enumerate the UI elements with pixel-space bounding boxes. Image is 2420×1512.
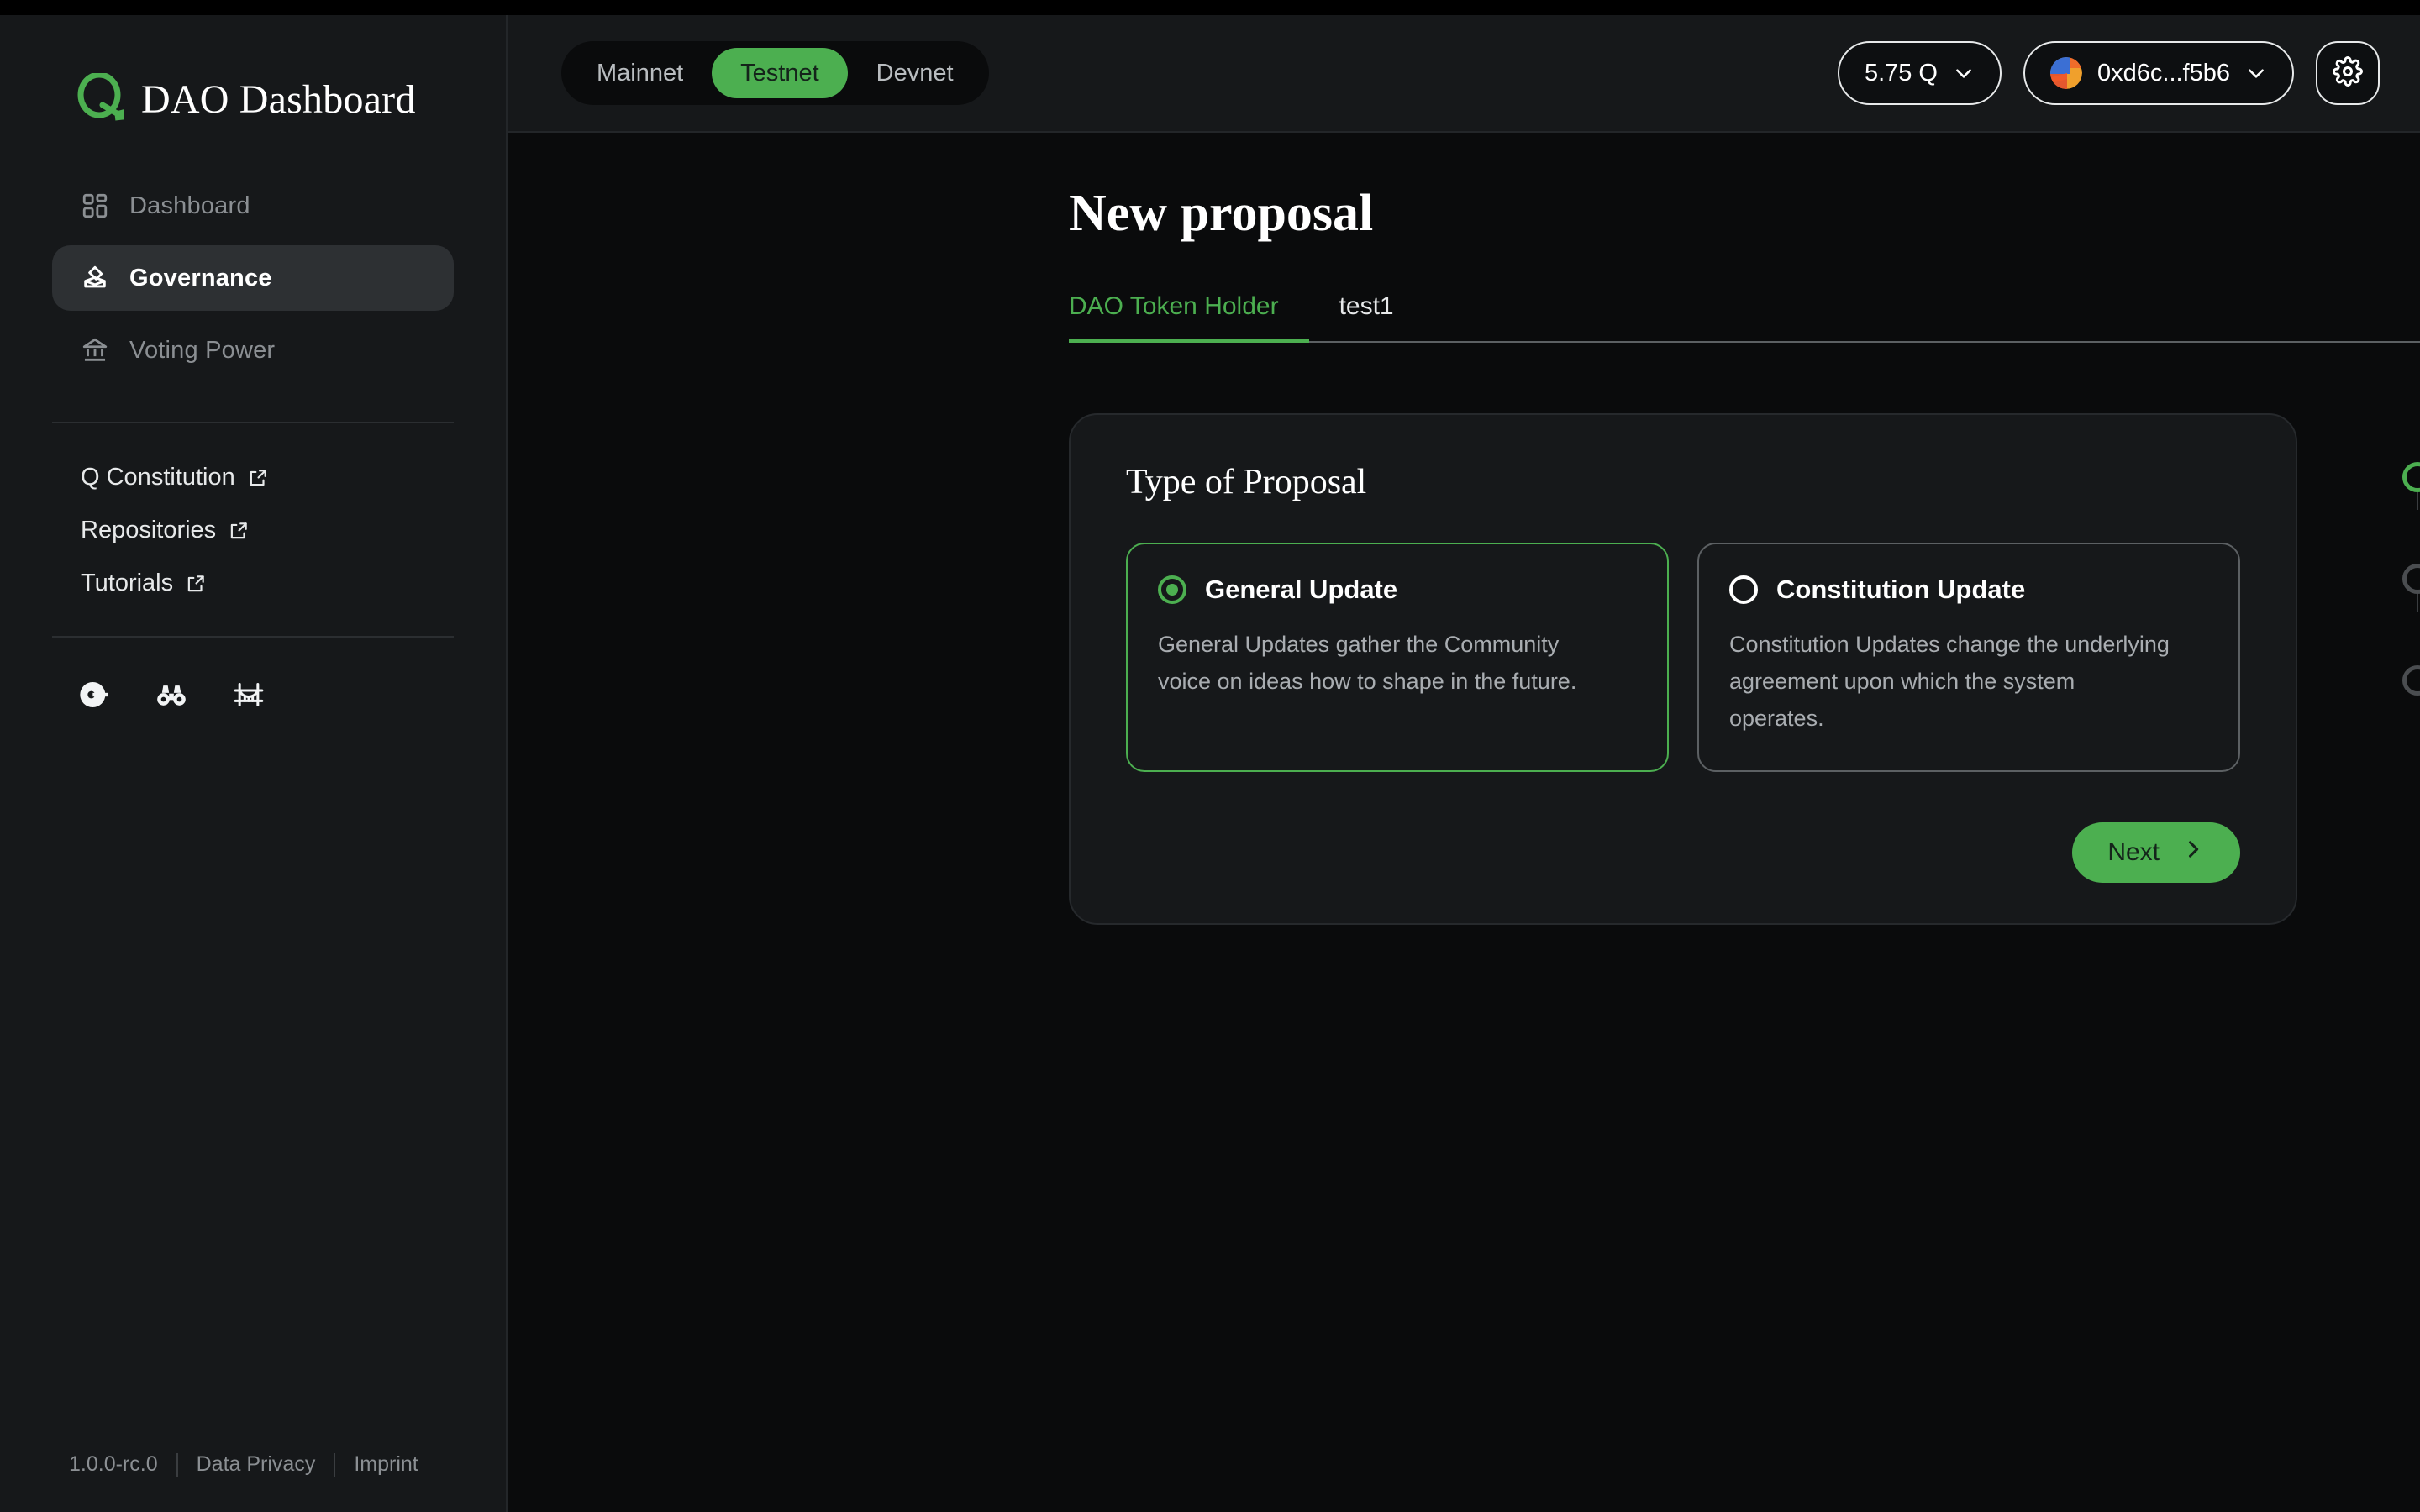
step-dot-icon	[2402, 564, 2420, 595]
binoculars-icon[interactable]	[155, 678, 188, 711]
step-confirmation[interactable]: Step 3 Confirmation	[2398, 632, 2420, 713]
account-address: 0xd6c...f5b6	[2097, 59, 2230, 87]
link-repositories[interactable]: Repositories	[29, 517, 454, 544]
balance-value: 5.75 Q	[1864, 59, 1938, 87]
sidebar-item-label: Voting Power	[129, 336, 276, 364]
window-top-strip	[0, 0, 2420, 15]
app-version: 1.0.0-rc.0	[69, 1452, 158, 1476]
link-tutorials[interactable]: Tutorials	[29, 570, 454, 597]
sidebar-socials	[0, 638, 506, 711]
bridge-icon[interactable]	[232, 678, 266, 711]
tab-dao-token-holder[interactable]: DAO Token Holder	[1069, 292, 1309, 344]
external-link-icon	[247, 467, 269, 489]
sidebar-item-dashboard[interactable]: Dashboard	[52, 173, 454, 239]
token-icon[interactable]	[77, 678, 111, 711]
sidebar-nav: Dashboard Governance Voting Power	[0, 173, 506, 383]
ballot-box-icon	[81, 264, 109, 292]
next-button[interactable]: Next	[2072, 822, 2240, 884]
topbar-right: 5.75 Q 0xd6c...f5b6	[1837, 41, 2380, 105]
step-dot-icon	[2402, 665, 2420, 696]
link-label: Tutorials	[81, 570, 174, 596]
step-proposal-type[interactable]: Step 1 Proposal type	[2398, 428, 2420, 511]
page-content: New proposal DAO Token Holder test1 Type…	[508, 133, 2420, 1512]
step-details[interactable]: Step 2 Details	[2398, 530, 2420, 612]
main-area: Mainnet Testnet Devnet 5.75 Q 0xd6c...f5…	[508, 15, 2420, 1512]
network-switcher: Mainnet Testnet Devnet	[561, 41, 989, 105]
chevron-down-icon	[1953, 62, 1975, 84]
brand-title: DAO Dashboard	[141, 76, 416, 122]
chevron-right-icon	[2181, 837, 2205, 868]
network-option-mainnet[interactable]: Mainnet	[568, 48, 712, 98]
brand[interactable]: DAO Dashboard	[0, 15, 506, 143]
sidebar-item-label: Dashboard	[129, 192, 250, 219]
footer-link-imprint[interactable]: Imprint	[354, 1452, 418, 1477]
footer-separator	[334, 1452, 336, 1477]
network-option-testnet[interactable]: Testnet	[712, 48, 848, 98]
settings-button[interactable]	[2316, 41, 2380, 105]
radio-selected-icon[interactable]	[1158, 575, 1186, 605]
link-label: Repositories	[81, 517, 217, 543]
panel-row: Type of Proposal General Update General …	[1069, 413, 2420, 926]
sidebar-footer: 1.0.0-rc.0 Data Privacy Imprint	[0, 1452, 506, 1512]
next-button-label: Next	[2107, 838, 2160, 867]
grid-icon	[81, 192, 109, 220]
step-dot-icon	[2402, 462, 2420, 493]
app-shell: DAO Dashboard Dashboard Governance Votin…	[0, 15, 2420, 1512]
footer-link-data-privacy[interactable]: Data Privacy	[197, 1452, 316, 1477]
page-title: New proposal	[1069, 185, 1374, 242]
external-link-icon	[228, 520, 250, 542]
option-description: General Updates gather the Community voi…	[1158, 632, 1577, 694]
option-constitution-update[interactable]: Constitution Update Constitution Updates…	[1697, 543, 2240, 773]
footer-separator	[176, 1452, 178, 1477]
q-logo-icon	[77, 71, 126, 125]
step-rail	[2398, 632, 2420, 713]
sidebar-item-voting-power[interactable]: Voting Power	[52, 318, 454, 383]
topbar: Mainnet Testnet Devnet 5.75 Q 0xd6c...f5…	[508, 15, 2420, 133]
option-head: Constitution Update	[1729, 575, 2208, 605]
option-label: Constitution Update	[1776, 575, 2026, 605]
option-label: General Update	[1205, 575, 1398, 605]
stepper: Step 1 Proposal type Step 2 Det	[2398, 413, 2420, 925]
external-link-icon	[185, 573, 207, 595]
sidebar-links: Q Constitution Repositories Tutorials	[0, 423, 506, 597]
card-title: Type of Proposal	[1126, 463, 1367, 502]
bank-icon	[81, 336, 109, 365]
gear-icon	[2333, 55, 2363, 91]
content-inner: New proposal DAO Token Holder test1 Type…	[1069, 185, 2420, 1512]
option-general-update[interactable]: General Update General Updates gather th…	[1126, 543, 1669, 773]
link-q-constitution[interactable]: Q Constitution	[29, 464, 454, 491]
chevron-down-icon	[2245, 62, 2267, 84]
account-dropdown[interactable]: 0xd6c...f5b6	[2023, 41, 2294, 105]
proposal-type-options: General Update General Updates gather th…	[1126, 543, 2240, 773]
proposal-tabs: DAO Token Holder test1	[1069, 292, 2420, 344]
step-connector	[2417, 492, 2418, 511]
sidebar: DAO Dashboard Dashboard Governance Votin…	[0, 15, 508, 1512]
network-option-devnet[interactable]: Devnet	[848, 48, 982, 98]
option-head: General Update	[1158, 575, 1637, 605]
card-actions: Next	[1126, 822, 2240, 884]
sidebar-item-label: Governance	[129, 264, 272, 291]
step-connector	[2417, 594, 2418, 612]
proposal-type-card: Type of Proposal General Update General …	[1069, 413, 2297, 926]
step-rail	[2398, 428, 2420, 511]
link-label: Q Constitution	[81, 464, 235, 491]
balance-dropdown[interactable]: 5.75 Q	[1837, 41, 2002, 105]
tab-test1[interactable]: test1	[1309, 292, 1424, 341]
sidebar-item-governance[interactable]: Governance	[52, 245, 454, 311]
step-rail	[2398, 530, 2420, 612]
avatar	[2050, 57, 2082, 89]
option-description: Constitution Updates change the underlyi…	[1729, 632, 2170, 731]
radio-unselected-icon[interactable]	[1729, 575, 1758, 605]
